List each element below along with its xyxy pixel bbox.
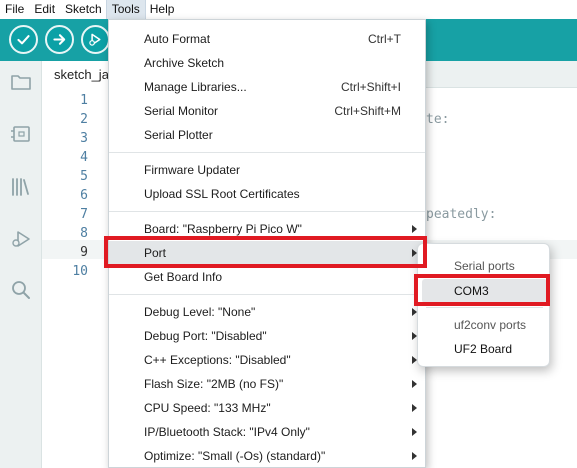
line-number: 3 — [80, 131, 88, 146]
chevron-right-icon — [412, 225, 417, 233]
line-number: 6 — [80, 188, 88, 203]
chevron-right-icon — [412, 428, 417, 436]
chevron-right-icon — [412, 380, 417, 388]
menu-item-firmware-updater[interactable]: Firmware Updater — [109, 158, 425, 182]
line-number: 7 — [80, 207, 88, 222]
chevron-right-icon — [412, 452, 417, 460]
sketchbook-button[interactable] — [8, 69, 34, 95]
menu-item-cpp-exceptions[interactable]: C++ Exceptions: "Disabled" — [109, 348, 425, 372]
menu-item-flash-size[interactable]: Flash Size: "2MB (no FS)" — [109, 372, 425, 396]
menu-item-label: C++ Exceptions: "Disabled" — [144, 353, 291, 367]
menu-item-label: Get Board Info — [144, 270, 223, 284]
search-button[interactable] — [8, 277, 34, 303]
line-number: 1 — [80, 93, 88, 108]
library-manager-button[interactable] — [8, 174, 34, 200]
debug-icon — [12, 231, 30, 247]
folder-icon — [11, 75, 31, 90]
menu-item-label: CPU Speed: "133 MHz" — [144, 401, 271, 415]
debug-button[interactable] — [81, 25, 110, 54]
library-icon — [12, 178, 29, 196]
menu-item-label: Serial Monitor — [144, 104, 219, 118]
activity-bar — [0, 61, 42, 468]
line-number: 4 — [80, 150, 88, 165]
upload-button[interactable] — [45, 25, 74, 54]
menu-sketch[interactable]: Sketch — [60, 0, 107, 19]
menu-item-label: IP/Bluetooth Stack: "IPv4 Only" — [144, 425, 310, 439]
menu-item-label: Serial Plotter — [144, 128, 213, 142]
menu-item-label: Auto Format — [144, 32, 211, 46]
menu-item-label: Debug Level: "None" — [144, 305, 256, 319]
menu-item-serial-monitor[interactable]: Serial Monitor Ctrl+Shift+M — [109, 99, 425, 123]
menu-item-optimize[interactable]: Optimize: "Small (-Os) (standard)" — [109, 444, 425, 468]
line-number: 9 — [80, 245, 88, 260]
menu-item-debug-port[interactable]: Debug Port: "Disabled" — [109, 324, 425, 348]
port-annotation-box — [104, 236, 427, 268]
menu-tools[interactable]: Tools — [105, 0, 146, 20]
menu-item-serial-plotter[interactable]: Serial Plotter — [109, 123, 425, 147]
port-item-uf2-board[interactable]: UF2 Board — [454, 339, 512, 359]
debugger-button[interactable] — [8, 226, 34, 252]
code-fragment: peatedly: — [426, 207, 497, 222]
menu-item-manage-libraries[interactable]: Manage Libraries... Ctrl+Shift+I — [109, 75, 425, 99]
menu-item-shortcut: Ctrl+Shift+M — [334, 104, 401, 118]
menu-item-debug-level[interactable]: Debug Level: "None" — [109, 300, 425, 324]
menu-help[interactable]: Help — [145, 0, 180, 19]
menu-item-label: Firmware Updater — [144, 163, 241, 177]
debug-icon — [89, 33, 101, 46]
submenu-separator — [426, 307, 543, 308]
search-icon — [12, 281, 30, 299]
menu-item-label: Flash Size: "2MB (no FS)" — [144, 377, 284, 391]
arrow-right-icon — [53, 34, 66, 45]
menu-item-label: Manage Libraries... — [144, 80, 247, 94]
line-number: 10 — [72, 264, 88, 279]
code-fragment: te: — [426, 112, 450, 127]
menu-file[interactable]: File — [0, 0, 29, 19]
menu-separator — [109, 211, 425, 212]
line-number: 2 — [80, 112, 88, 127]
verify-button[interactable] — [9, 25, 38, 54]
serial-ports-header: Serial ports — [454, 259, 515, 273]
line-number: 5 — [80, 169, 88, 184]
board-icon — [11, 126, 30, 142]
line-number: 8 — [80, 226, 88, 241]
uf2conv-ports-header: uf2conv ports — [454, 318, 527, 332]
menu-edit[interactable]: Edit — [29, 0, 60, 19]
menu-item-get-board-info[interactable]: Get Board Info — [109, 265, 425, 289]
menu-item-label: Debug Port: "Disabled" — [144, 329, 267, 343]
menu-item-label: Optimize: "Small (-Os) (standard)" — [144, 449, 326, 463]
menu-item-cpu-speed[interactable]: CPU Speed: "133 MHz" — [109, 396, 425, 420]
com3-annotation-box — [414, 274, 550, 306]
menu-item-auto-format[interactable]: Auto Format Ctrl+T — [109, 27, 425, 51]
menu-item-shortcut: Ctrl+T — [368, 32, 401, 46]
check-icon — [17, 35, 30, 45]
menu-separator — [109, 152, 425, 153]
menu-item-upload-ssl[interactable]: Upload SSL Root Certificates — [109, 182, 425, 206]
boards-manager-button[interactable] — [8, 121, 34, 147]
menu-item-shortcut: Ctrl+Shift+I — [340, 80, 401, 94]
menu-item-ip-bluetooth-stack[interactable]: IP/Bluetooth Stack: "IPv4 Only" — [109, 420, 425, 444]
menu-separator — [109, 294, 425, 295]
menu-item-archive-sketch[interactable]: Archive Sketch — [109, 51, 425, 75]
chevron-right-icon — [412, 404, 417, 412]
menu-item-label: Upload SSL Root Certificates — [144, 187, 300, 201]
menu-item-label: Archive Sketch — [144, 56, 225, 70]
menu-bar: File Edit Sketch Tools Help — [0, 0, 577, 20]
